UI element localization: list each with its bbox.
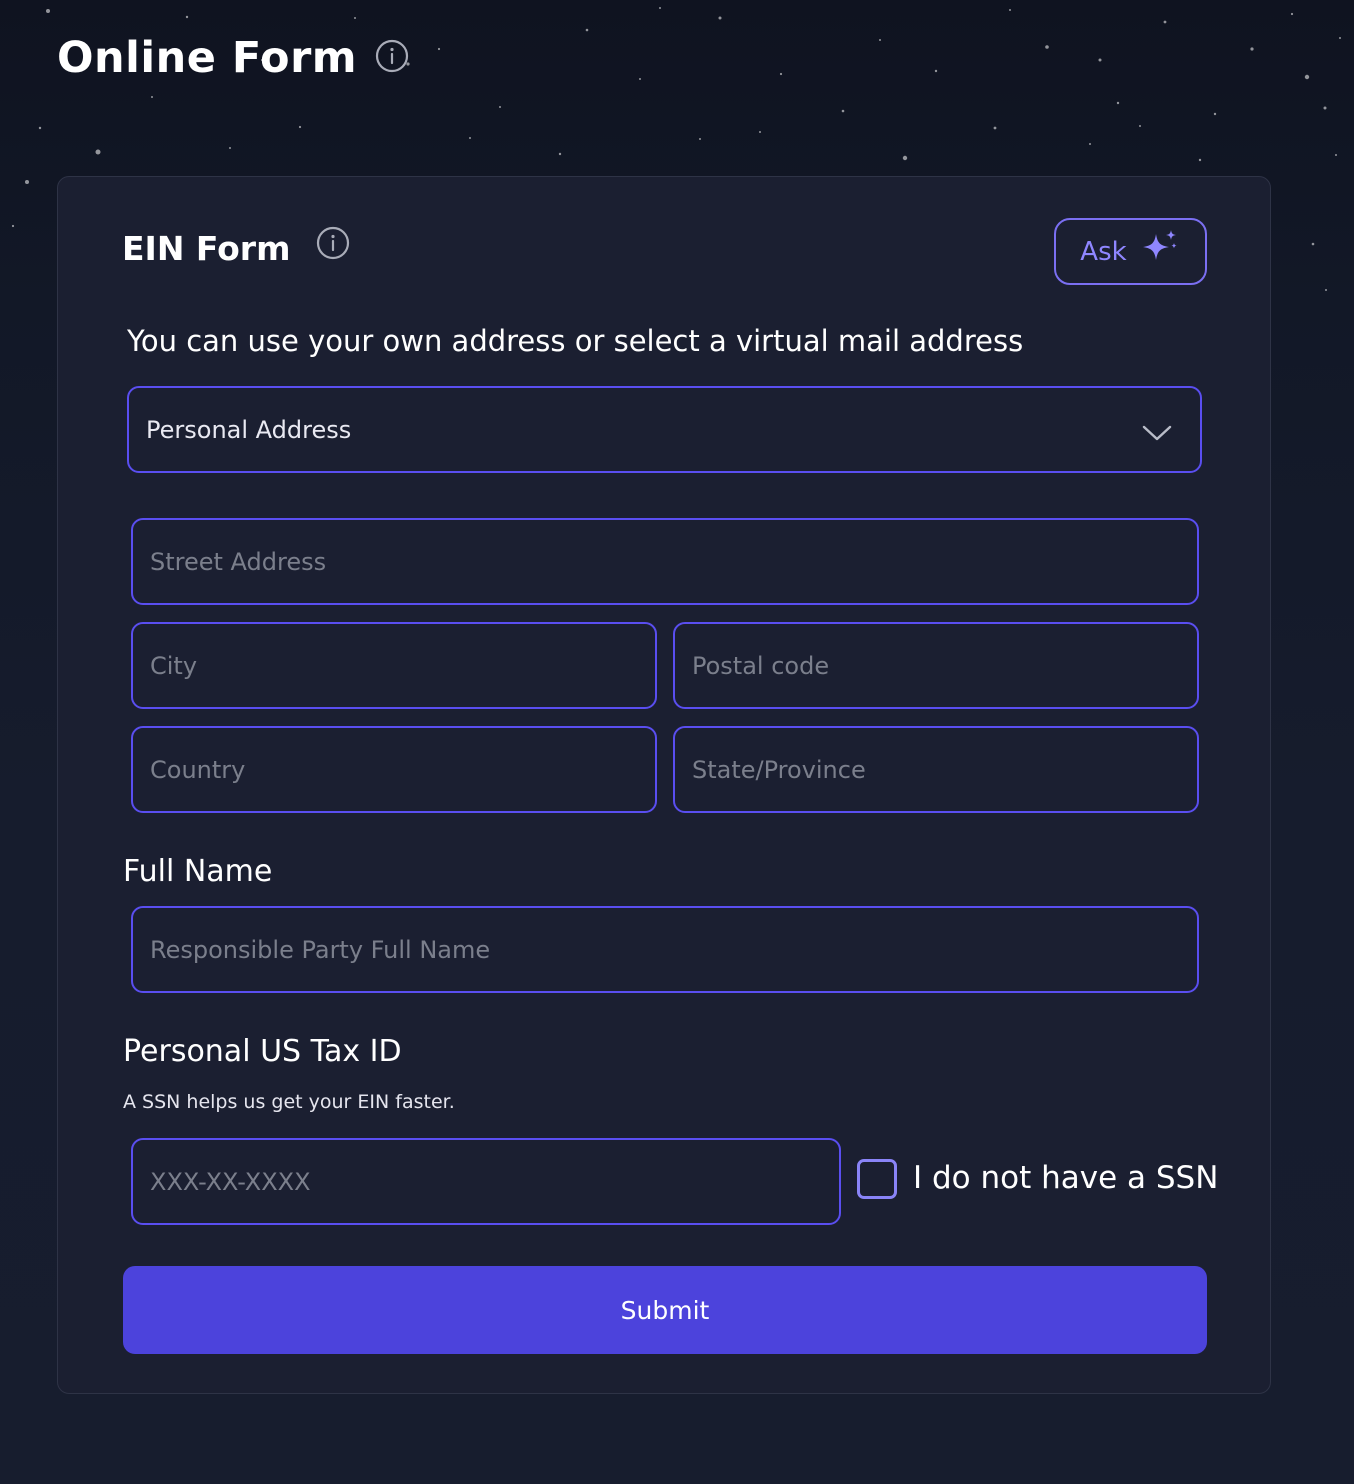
chevron-down-icon <box>1142 420 1172 448</box>
page-header: Online Form <box>57 28 409 88</box>
full-name-label: Full Name <box>123 854 273 889</box>
street-address-field[interactable] <box>131 518 1199 605</box>
address-type-select[interactable]: Personal Address <box>127 386 1202 473</box>
city-field[interactable] <box>131 622 657 709</box>
tax-id-label: Personal US Tax ID <box>123 1034 402 1069</box>
card-header: EIN Form <box>122 226 350 268</box>
ssn-field[interactable] <box>131 1138 841 1225</box>
address-type-selected: Personal Address <box>146 415 352 444</box>
submit-button[interactable]: Submit <box>123 1266 1207 1354</box>
full-name-field[interactable] <box>131 906 1199 993</box>
info-icon[interactable] <box>316 226 350 268</box>
ask-button[interactable]: Ask <box>1054 218 1207 285</box>
page-title: Online Form <box>57 33 358 83</box>
postal-code-field[interactable] <box>673 622 1199 709</box>
tax-id-hint: A SSN helps us get your EIN faster. <box>123 1091 455 1113</box>
card-title: EIN Form <box>122 229 291 268</box>
sparkle-icon <box>1139 228 1181 275</box>
no-ssn-label[interactable]: I do not have a SSN <box>913 1160 1218 1196</box>
address-instructions: You can use your own address or select a… <box>127 324 1024 358</box>
state-province-field[interactable] <box>673 726 1199 813</box>
ein-form-card: EIN Form Ask You can use your own addres… <box>57 176 1271 1394</box>
state-province-input[interactable] <box>692 728 1197 811</box>
country-field[interactable] <box>131 726 657 813</box>
ssn-input[interactable] <box>150 1140 839 1223</box>
info-icon[interactable] <box>375 39 409 77</box>
street-address-input[interactable] <box>150 520 1197 603</box>
ask-button-label: Ask <box>1080 236 1127 267</box>
full-name-input[interactable] <box>150 908 1197 991</box>
city-input[interactable] <box>150 624 655 707</box>
no-ssn-checkbox[interactable] <box>857 1159 897 1199</box>
country-input[interactable] <box>150 728 655 811</box>
postal-code-input[interactable] <box>692 624 1197 707</box>
